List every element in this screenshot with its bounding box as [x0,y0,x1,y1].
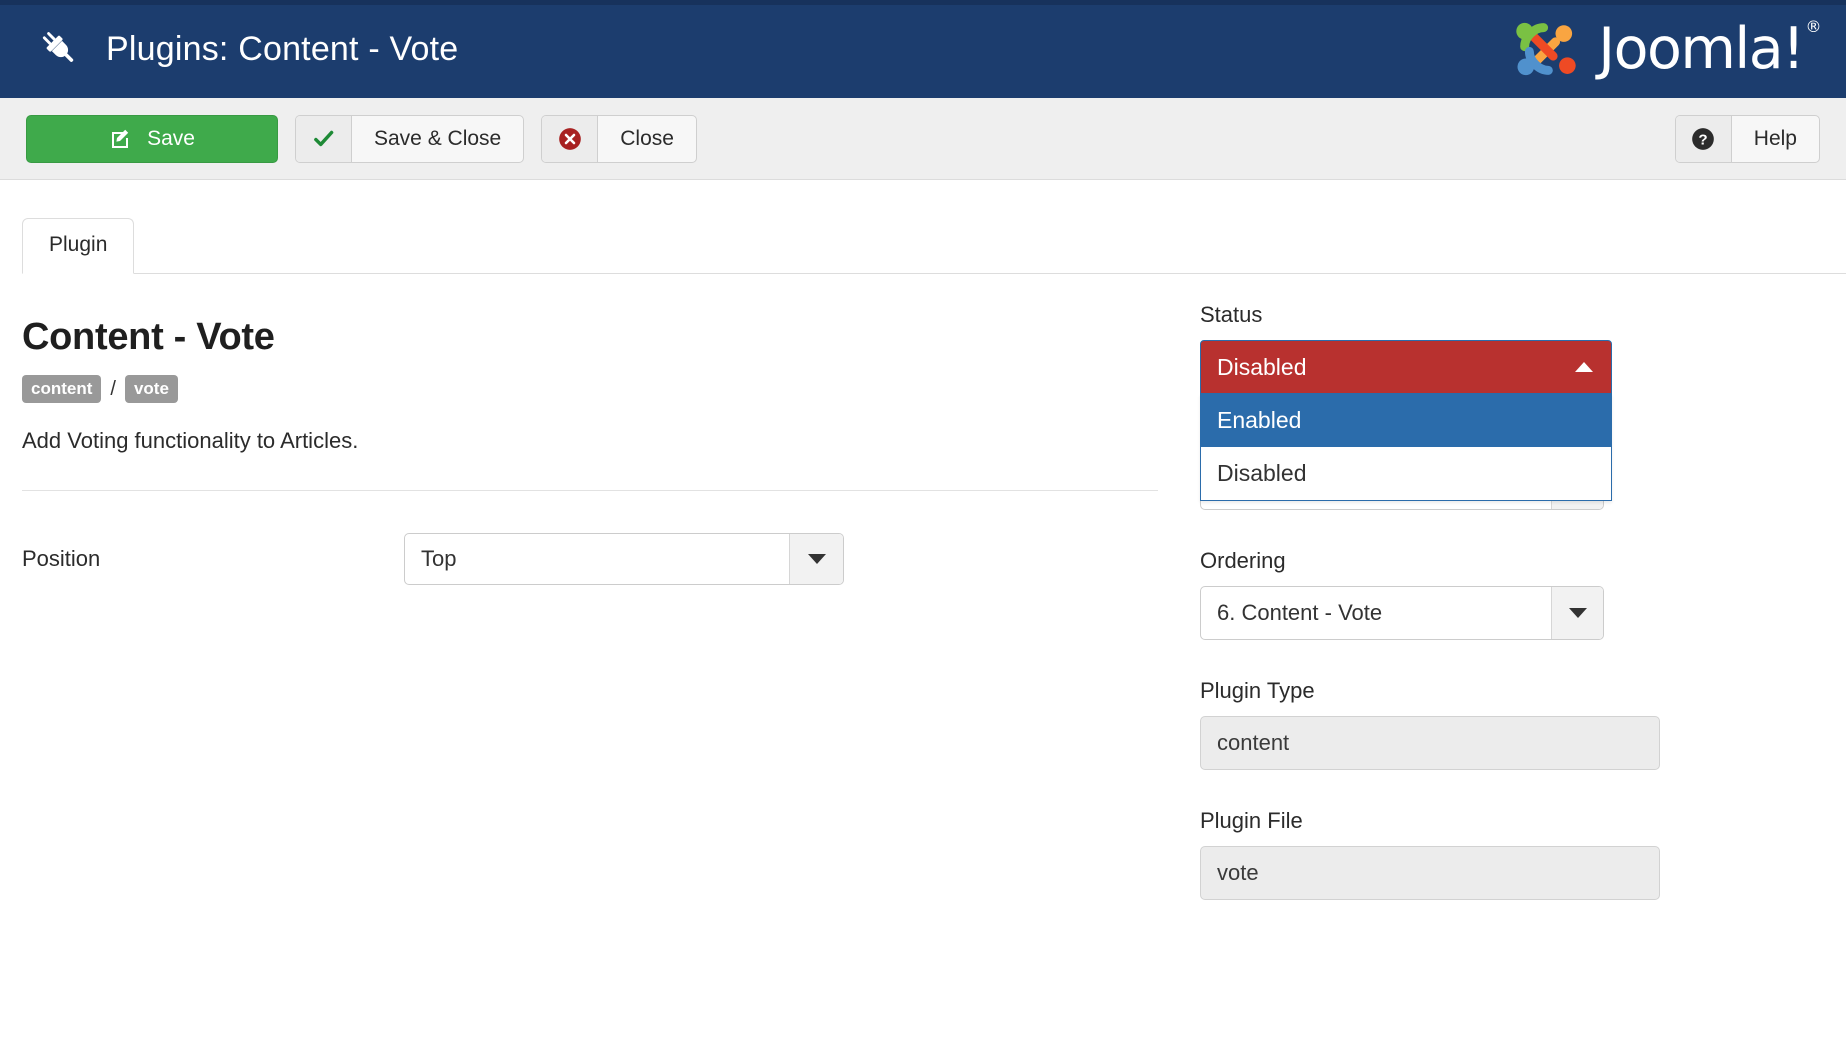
status-option-enabled-label: Enabled [1217,407,1302,433]
plugin-type-input: content [1200,716,1660,770]
plug-icon [38,28,80,70]
plugin-badges: content / vote [22,375,1178,403]
status-select[interactable]: Disabled [1200,340,1612,394]
sidebar-panel: Status Disabled Enabled Disabled Pu [1178,274,1846,1038]
save-close-button-label: Save & Close [374,126,502,150]
status-option-enabled[interactable]: Enabled [1201,394,1611,447]
toolbar: Save Save & Close Close ? Help [0,98,1846,180]
status-label: Status [1200,302,1263,327]
help-button-label: Help [1753,126,1797,150]
caret-up-icon [1575,362,1593,372]
question-circle-icon: ? [1675,115,1732,162]
close-button-label: Close [620,126,674,150]
badge-element: vote [124,375,178,403]
brand-name: Joomla! ® [1598,15,1821,82]
status-option-disabled-label: Disabled [1217,460,1307,486]
plugin-file-input: vote [1200,846,1660,900]
plugin-heading: Content - Vote [22,316,275,358]
position-label: Position [22,546,101,571]
close-button[interactable]: Close [541,114,697,163]
save-close-button[interactable]: Save & Close [295,114,525,163]
ordering-select-value: 6. Content - Vote [1217,600,1383,625]
status-option-disabled[interactable]: Disabled [1201,447,1611,500]
plugin-type-value: content [1217,730,1290,755]
save-button-label: Save [147,126,195,150]
joomla-mark-icon [1508,11,1584,87]
save-button[interactable]: Save [26,114,278,163]
help-button[interactable]: ? Help [1674,114,1820,163]
times-circle-icon [542,115,599,162]
main-panel: Content - Vote content / vote Add Voting… [0,274,1178,1038]
ordering-field: Ordering 6. Content - Vote [1200,548,1846,640]
position-select-value: Top [421,546,457,571]
badge-folder: content [22,375,102,403]
header-left: Plugins: Content - Vote [38,28,458,70]
plugin-file-label: Plugin File [1200,808,1303,833]
toolbar-left: Save Save & Close Close [26,114,697,163]
chevron-down-icon [789,534,843,584]
plugin-file-value: vote [1217,860,1259,885]
position-field-row: Position Top [22,533,1178,585]
plugin-file-field: Plugin File vote [1200,808,1846,900]
plugin-type-label: Plugin Type [1200,678,1315,703]
status-select-value: Disabled [1217,353,1307,380]
chevron-down-icon [1551,587,1603,639]
check-icon [296,115,352,162]
plugin-type-field: Plugin Type content [1200,678,1846,770]
status-field: Status Disabled Enabled Disabled [1200,302,1846,501]
registered-mark: ® [1805,16,1822,36]
toolbar-right: ? Help [1674,114,1820,163]
tab-plugin-label: Plugin [49,233,108,256]
ordering-label: Ordering [1200,548,1286,573]
position-select[interactable]: Top [404,533,844,585]
app-header: Plugins: Content - Vote Joomla! ® [0,0,1846,98]
ordering-select[interactable]: 6. Content - Vote [1200,586,1604,640]
tab-bar: Plugin [0,180,1846,274]
svg-text:?: ? [1699,131,1708,148]
content-area: Content - Vote content / vote Add Voting… [0,274,1846,1038]
tab-plugin[interactable]: Plugin [22,218,135,274]
pencil-square-icon [109,127,133,151]
plugin-description: Add Voting functionality to Articles. [22,428,359,453]
page-title: Plugins: Content - Vote [106,29,459,68]
badge-separator: / [110,377,116,400]
joomla-logo: Joomla! ® [1508,11,1821,87]
section-divider [22,490,1158,491]
status-dropdown-menu: Enabled Disabled [1200,394,1612,501]
